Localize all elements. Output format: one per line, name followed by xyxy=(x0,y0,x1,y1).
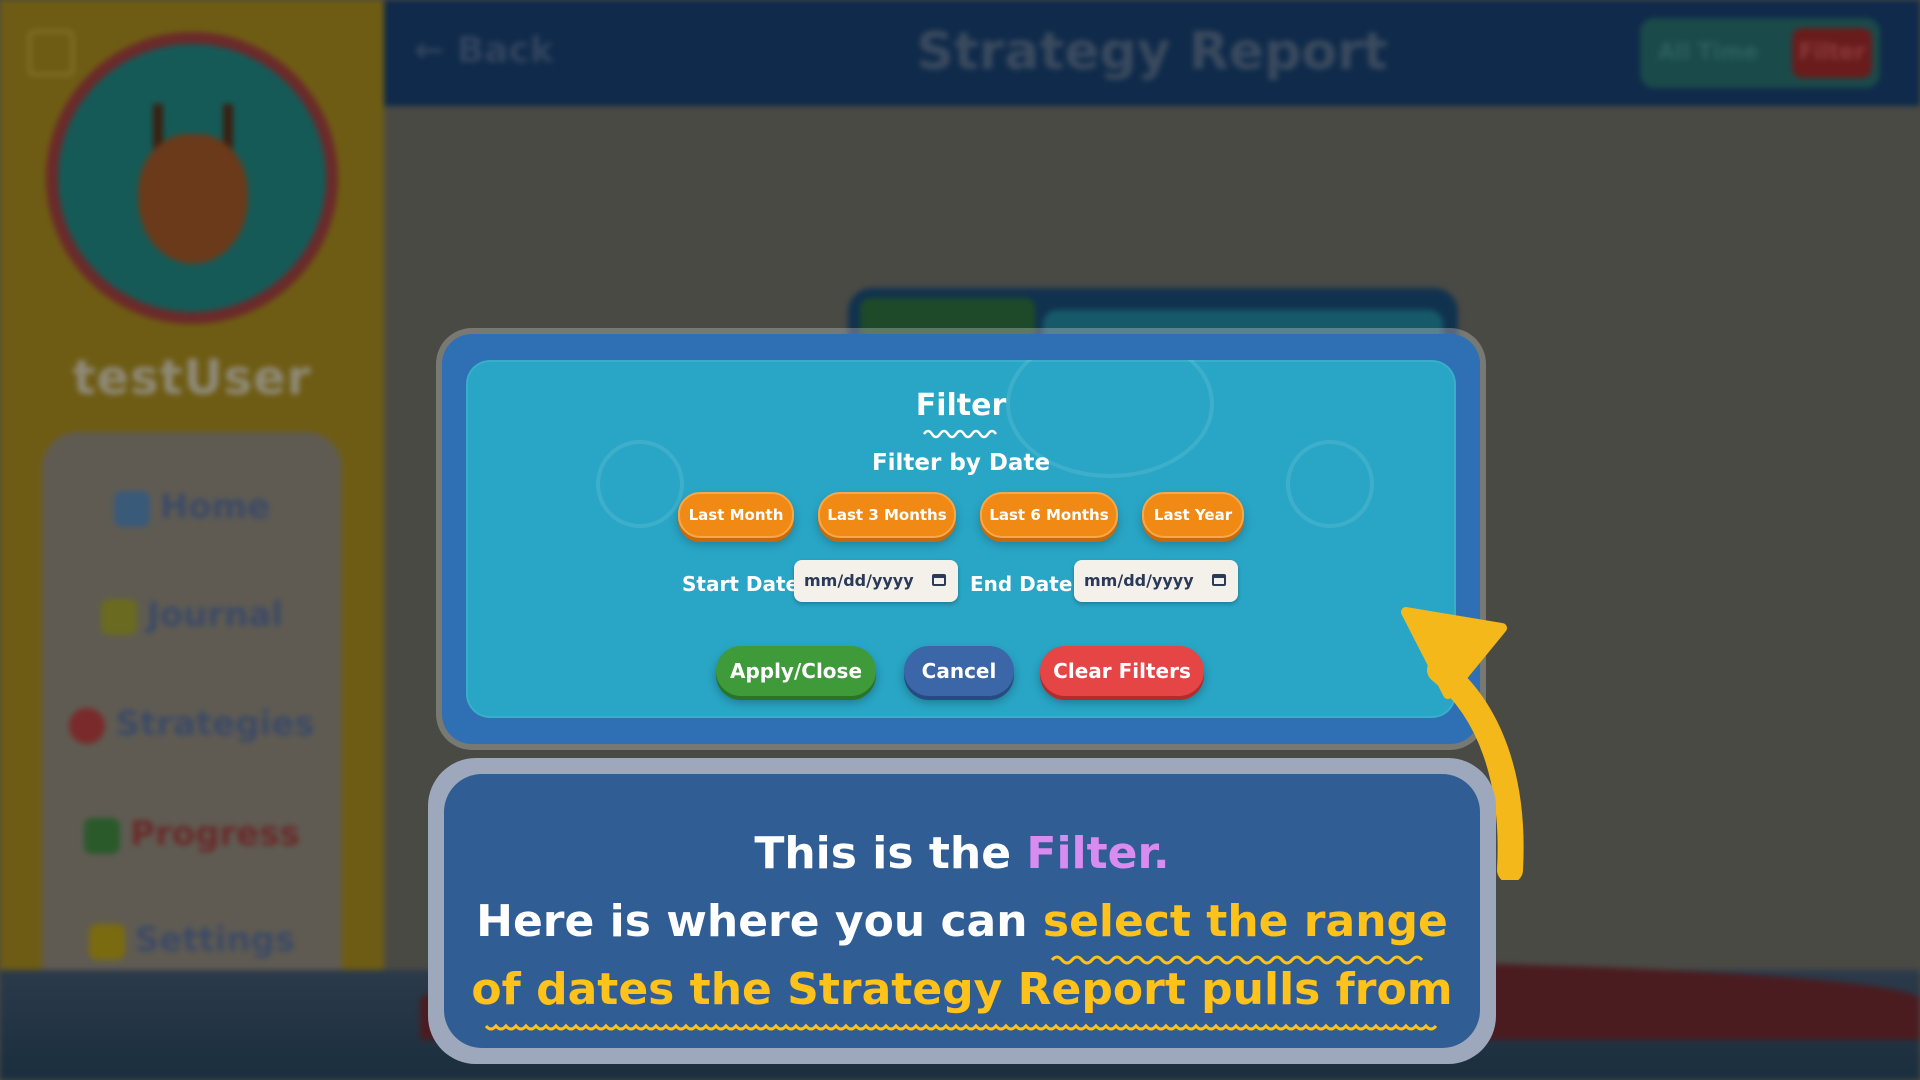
start-date-input[interactable]: mm/dd/yyyy xyxy=(794,560,958,602)
last-year-button[interactable]: Last Year xyxy=(1142,492,1244,538)
clear-filters-button[interactable]: Clear Filters xyxy=(1040,646,1204,696)
deer-icon xyxy=(138,134,248,264)
brain-icon xyxy=(69,707,106,744)
tutorial-line-3: of dates the Strategy Report pulls from xyxy=(471,964,1453,1015)
start-date-label: Start Date: xyxy=(682,572,808,596)
last-3-months-button[interactable]: Last 3 Months xyxy=(818,492,956,538)
time-toggle: All Time Filter xyxy=(1640,18,1880,88)
last-month-button[interactable]: Last Month xyxy=(678,492,794,538)
title-underline xyxy=(922,429,998,439)
filter-modal: Filter Filter by Date Last Month Last 3 … xyxy=(442,334,1480,744)
modal-title: Filter xyxy=(915,388,1007,423)
sidebar-item-journal[interactable]: Journal xyxy=(42,595,342,635)
home-icon xyxy=(113,490,150,527)
range-underline xyxy=(1050,955,1424,965)
bar-chart-icon xyxy=(84,817,121,854)
sidebar-item-progress[interactable]: Progress xyxy=(42,814,342,854)
tutorial-callout: This is the Filter. Here is where you ca… xyxy=(428,758,1496,1064)
filter-button[interactable]: Filter xyxy=(1792,28,1872,78)
pencil-icon xyxy=(101,598,138,635)
dates-underline xyxy=(484,1023,1438,1031)
end-date-label: End Date: xyxy=(970,572,1081,596)
sidebar-item-settings[interactable]: Settings xyxy=(42,920,342,960)
range-highlight: select the range xyxy=(1042,896,1448,947)
filter-by-date-label: Filter by Date xyxy=(871,450,1051,476)
apply-close-button[interactable]: Apply/Close xyxy=(716,646,876,696)
header-bar: ← Back Strategy Report All Time Filter xyxy=(384,0,1920,106)
exit-icon xyxy=(28,30,74,76)
tutorial-line-2: Here is where you can select the range xyxy=(476,896,1448,947)
calendar-icon[interactable] xyxy=(1212,574,1226,586)
filter-highlight: Filter. xyxy=(1026,828,1170,879)
cancel-button[interactable]: Cancel xyxy=(904,646,1014,696)
sidebar: testUser Home Journal Strategies Progres… xyxy=(0,0,384,1080)
last-6-months-button[interactable]: Last 6 Months xyxy=(980,492,1118,538)
calendar-icon[interactable] xyxy=(932,574,946,586)
tutorial-line-1: This is the Filter. xyxy=(754,828,1170,879)
avatar xyxy=(46,32,338,324)
sidebar-item-strategies[interactable]: Strategies xyxy=(42,704,342,744)
sidebar-nav: Home Journal Strategies Progress Setting… xyxy=(42,432,342,1052)
filter-modal-body: Filter Filter by Date Last Month Last 3 … xyxy=(466,360,1456,718)
sidebar-item-home[interactable]: Home xyxy=(42,487,342,527)
all-time-button[interactable]: All Time xyxy=(1658,40,1758,65)
tutorial-callout-body: This is the Filter. Here is where you ca… xyxy=(444,774,1480,1048)
end-date-input[interactable]: mm/dd/yyyy xyxy=(1074,560,1238,602)
gear-icon xyxy=(88,923,125,960)
username: testUser xyxy=(72,350,312,406)
